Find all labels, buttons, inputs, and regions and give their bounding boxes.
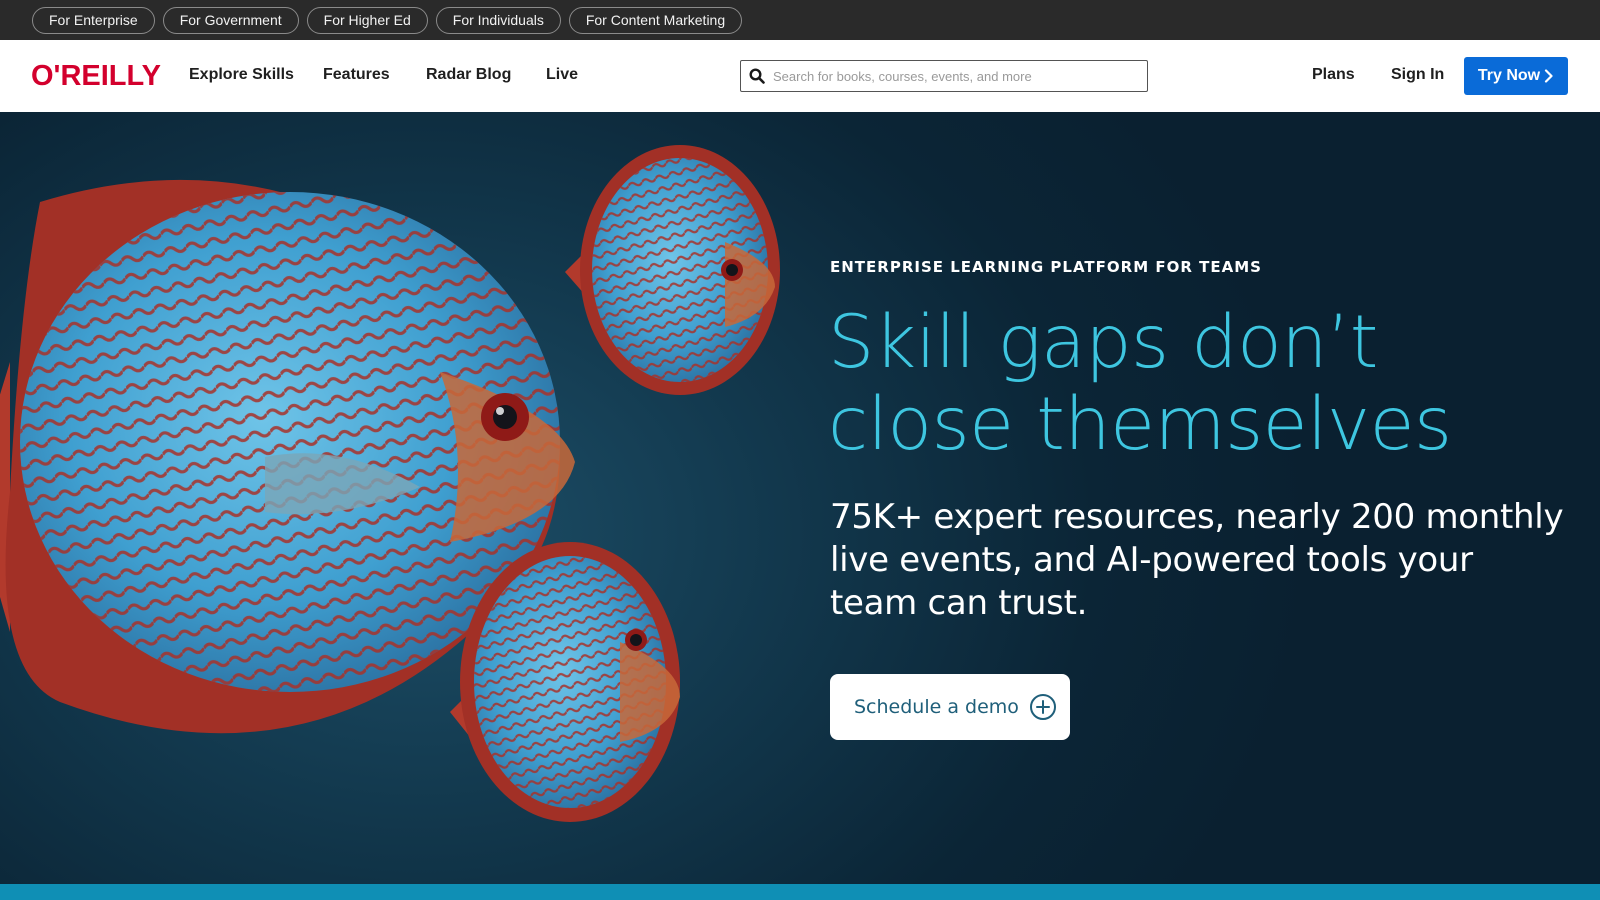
headline-line-1: Skill gaps don’t bbox=[828, 300, 1378, 385]
nav-link-explore-skills[interactable]: Explore Skills bbox=[189, 65, 294, 85]
small-fish-top bbox=[565, 145, 780, 395]
try-now-label: Try Now bbox=[1477, 67, 1541, 84]
nav-link-plans[interactable]: Plans bbox=[1312, 65, 1355, 85]
bottom-accent-strip bbox=[0, 884, 1600, 900]
nav-link-features[interactable]: Features bbox=[323, 65, 390, 85]
hero-subhead: 75K+ expert resources, nearly 200 monthl… bbox=[830, 497, 1564, 623]
main-nav: O'REILLY Explore Skills Features Radar B… bbox=[0, 40, 1600, 112]
discus-fish-illustration bbox=[0, 145, 780, 822]
hero-eyebrow: ENTERPRISE LEARNING PLATFORM FOR TEAMS bbox=[830, 258, 1262, 276]
audience-link-individuals[interactable]: For Individuals bbox=[435, 6, 561, 34]
nav-link-radar-blog[interactable]: Radar Blog bbox=[426, 65, 511, 85]
search-icon bbox=[749, 68, 765, 84]
headline-line-2: close themselves bbox=[828, 382, 1452, 467]
nav-link-live[interactable]: Live bbox=[546, 65, 578, 85]
try-now-button[interactable]: Try Now bbox=[1464, 57, 1568, 95]
search-box[interactable] bbox=[740, 60, 1148, 92]
plus-circle-icon bbox=[1029, 694, 1056, 720]
hero-section: ENTERPRISE LEARNING PLATFORM FOR TEAMS S… bbox=[0, 112, 1600, 884]
schedule-demo-label: Schedule a demo bbox=[854, 696, 1019, 718]
hero-headline: Skill gaps don’t close themselves bbox=[828, 302, 1568, 466]
oreilly-logo[interactable]: O'REILLY bbox=[31, 60, 161, 92]
chevron-right-icon bbox=[1545, 69, 1553, 83]
search-input[interactable] bbox=[773, 68, 1133, 84]
audience-link-content-marketing[interactable]: For Content Marketing bbox=[568, 6, 743, 34]
nav-link-sign-in[interactable]: Sign In bbox=[1391, 65, 1444, 85]
audience-link-enterprise[interactable]: For Enterprise bbox=[32, 6, 155, 34]
audience-bar: For Enterprise For Government For Higher… bbox=[0, 0, 1600, 40]
audience-link-higher-ed[interactable]: For Higher Ed bbox=[306, 6, 428, 34]
audience-link-government[interactable]: For Government bbox=[162, 6, 299, 34]
schedule-demo-button[interactable]: Schedule a demo bbox=[830, 674, 1070, 740]
